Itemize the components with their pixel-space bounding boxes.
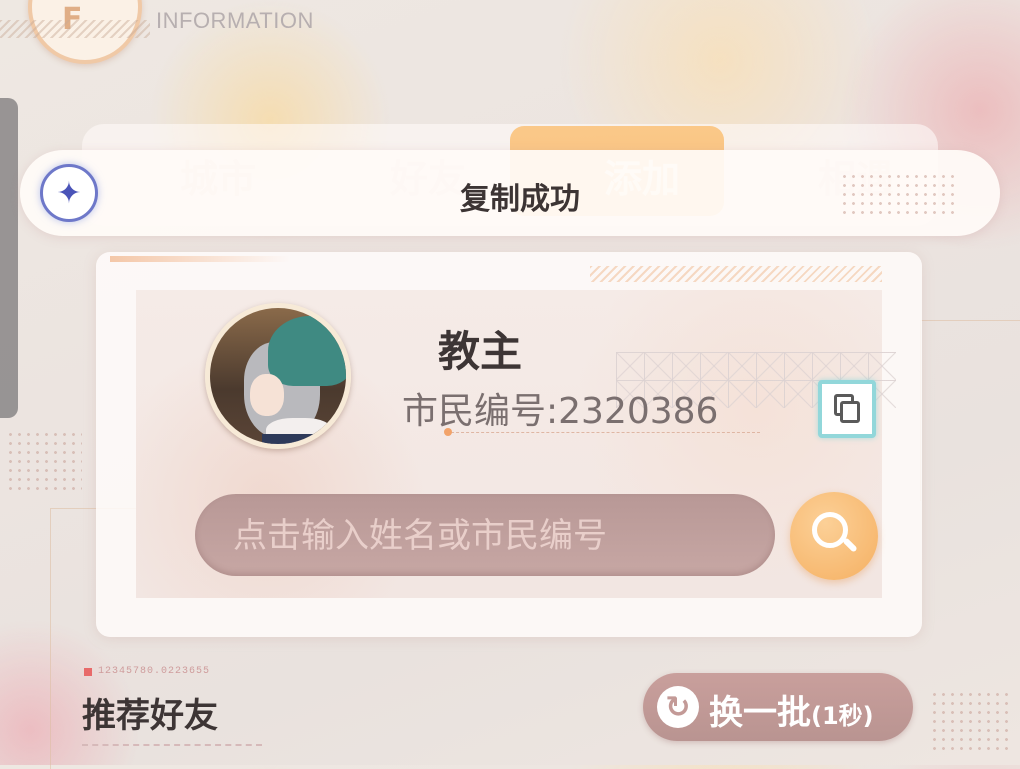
refresh-label-text: 换一批 <box>709 693 811 733</box>
sparkle-icon: ✦ <box>40 164 98 222</box>
side-drawer-handle[interactable] <box>0 98 18 418</box>
profile-card <box>96 252 922 637</box>
profile-name: 教主 <box>438 327 523 376</box>
search-icon-handle <box>842 537 858 553</box>
refresh-cooldown: (1秒) <box>811 702 874 730</box>
decorative-line <box>920 320 1020 501</box>
decorative-dots <box>6 430 82 490</box>
toast-message: 复制成功 <box>460 182 580 217</box>
card-accent-line <box>110 256 290 262</box>
citizen-id-underline <box>446 432 760 433</box>
refresh-label: 换一批(1秒) <box>709 685 874 734</box>
section-code: 12345780.0223655 <box>98 666 211 677</box>
toast-notification: ✦ 复制成功 <box>20 150 1000 236</box>
section-marker <box>84 668 92 676</box>
avatar[interactable] <box>205 303 351 449</box>
avatar-face <box>250 374 284 416</box>
decorative-dots <box>930 690 1010 750</box>
header-subtitle: INFORMATION <box>156 8 314 33</box>
toast-dots-decoration <box>840 172 960 214</box>
copy-button[interactable] <box>818 380 876 438</box>
section-title-recommended-friends: 推荐好友 <box>82 696 218 736</box>
refresh-icon: ↻ <box>657 686 699 728</box>
search-button[interactable] <box>790 492 878 580</box>
copy-icon-front <box>840 401 860 423</box>
header-hatch-decoration <box>0 20 150 38</box>
search-input[interactable] <box>231 508 755 564</box>
card-hatch-decoration <box>590 266 882 282</box>
citizen-id: 市民编号:2320386 <box>402 391 719 432</box>
citizen-id-underline-dot <box>444 428 452 436</box>
section-underline <box>82 744 262 746</box>
refresh-batch-button[interactable]: ↻ 换一批(1秒) <box>643 673 913 741</box>
search-box <box>195 494 775 576</box>
avatar-hat <box>268 316 346 386</box>
